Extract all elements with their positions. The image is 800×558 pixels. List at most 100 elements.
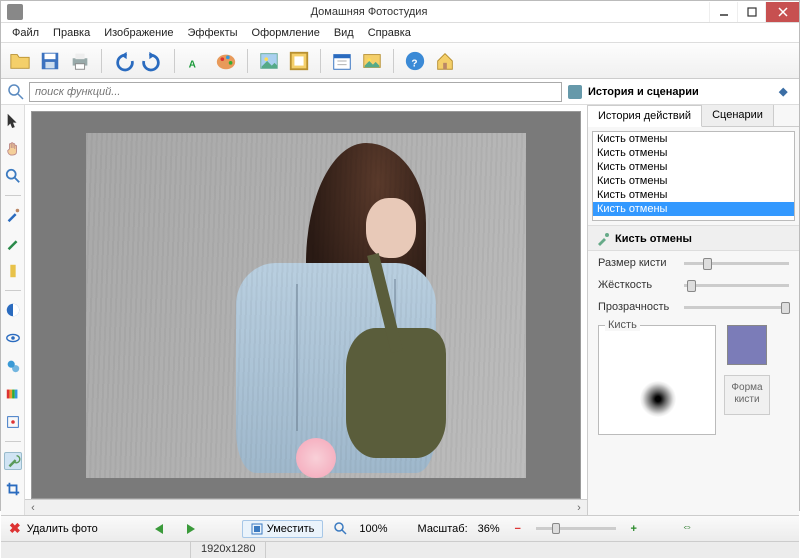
undo-brush-icon[interactable] bbox=[4, 452, 22, 470]
close-button[interactable] bbox=[765, 2, 799, 22]
main-area: ‹ › История действийСценарии Кисть отмен… bbox=[1, 105, 799, 515]
brush-section-icon bbox=[596, 232, 610, 246]
brush-section-title: Кисть отмены bbox=[615, 233, 692, 245]
brush-hardness-label: Жёсткость bbox=[598, 279, 676, 291]
brush-icon[interactable] bbox=[4, 206, 22, 224]
delete-photo-icon[interactable]: ✖ bbox=[9, 520, 21, 537]
next-photo-button[interactable] bbox=[180, 520, 202, 538]
print-icon[interactable] bbox=[67, 48, 93, 74]
help-icon[interactable]: ? bbox=[402, 48, 428, 74]
folder-open-icon[interactable] bbox=[7, 48, 33, 74]
redo-icon[interactable] bbox=[140, 48, 166, 74]
pin-icon[interactable]: ◆ bbox=[779, 85, 793, 99]
calendar-icon[interactable] bbox=[329, 48, 355, 74]
scroll-right-arrow[interactable]: › bbox=[571, 501, 587, 515]
search-input[interactable] bbox=[29, 82, 562, 102]
scale-label: Масштаб: bbox=[418, 523, 468, 535]
history-item[interactable]: Кисть отмены bbox=[593, 132, 794, 146]
fit-button[interactable]: Уместить bbox=[242, 520, 324, 538]
brush-opacity-slider[interactable] bbox=[684, 306, 789, 309]
dimensions-bar: 1920x1280 bbox=[1, 541, 799, 558]
expand-arrows-icon[interactable]: ⇔ bbox=[682, 521, 698, 537]
home-icon[interactable] bbox=[432, 48, 458, 74]
canvas-wrap: ‹ › bbox=[25, 105, 587, 515]
cursor-icon[interactable] bbox=[4, 111, 22, 129]
zoom-100-button[interactable] bbox=[333, 521, 349, 537]
brush-shape-button[interactable]: Форма кисти bbox=[724, 375, 770, 415]
canvas-area[interactable] bbox=[25, 105, 587, 499]
image-icon[interactable] bbox=[256, 48, 282, 74]
brush-preview-dot bbox=[640, 381, 676, 417]
delete-photo-label[interactable]: Удалить фото bbox=[27, 523, 98, 535]
undo-icon[interactable] bbox=[110, 48, 136, 74]
brush-preview-area: Кисть Форма кисти bbox=[598, 325, 789, 435]
scroll-left-arrow[interactable]: ‹ bbox=[25, 501, 41, 515]
svg-text:?: ? bbox=[411, 58, 417, 69]
eye-icon[interactable] bbox=[4, 329, 22, 347]
zoom-out-button[interactable]: − bbox=[510, 521, 526, 537]
contrast-icon[interactable] bbox=[4, 301, 22, 319]
gradient-icon[interactable] bbox=[4, 385, 22, 403]
brush-preview[interactable]: Кисть bbox=[598, 325, 716, 435]
left-tool-rail bbox=[1, 105, 25, 515]
fit-label: Уместить bbox=[267, 523, 315, 535]
brush-preview-label: Кисть bbox=[605, 319, 640, 331]
tab-1[interactable]: Сценарии bbox=[702, 105, 774, 126]
zoom-in-button[interactable]: + bbox=[626, 521, 642, 537]
frame-icon[interactable] bbox=[286, 48, 312, 74]
search-row: История и сценарии ◆ bbox=[1, 79, 799, 105]
history-item[interactable]: Кисть отмены bbox=[593, 188, 794, 202]
main-toolbar: A? bbox=[1, 43, 799, 79]
history-panel-title: История и сценарии bbox=[588, 86, 699, 98]
pencil-icon[interactable] bbox=[4, 234, 22, 252]
palette-icon[interactable] bbox=[213, 48, 239, 74]
horizontal-scrollbar[interactable]: ‹ › bbox=[25, 499, 587, 515]
menu-Изображение[interactable]: Изображение bbox=[97, 25, 180, 41]
zoom-100-label: 100% bbox=[359, 523, 387, 535]
brush-section-header: Кисть отмены bbox=[588, 225, 799, 251]
marker-icon[interactable] bbox=[4, 262, 22, 280]
zoom-slider[interactable] bbox=[536, 527, 616, 530]
history-item[interactable]: Кисть отмены bbox=[593, 174, 794, 188]
brush-color-swatch[interactable] bbox=[727, 325, 767, 365]
save-icon[interactable] bbox=[37, 48, 63, 74]
menu-Эффекты[interactable]: Эффекты bbox=[181, 25, 245, 41]
menu-Вид[interactable]: Вид bbox=[327, 25, 361, 41]
hand-icon[interactable] bbox=[4, 139, 22, 157]
minimize-button[interactable] bbox=[709, 2, 737, 22]
menu-Справка[interactable]: Справка bbox=[361, 25, 418, 41]
menu-Файл[interactable]: Файл bbox=[5, 25, 46, 41]
scale-value: 36% bbox=[478, 523, 500, 535]
right-panel-tabs: История действийСценарии bbox=[588, 105, 799, 127]
clone-icon[interactable] bbox=[4, 357, 22, 375]
prev-photo-button[interactable] bbox=[148, 520, 170, 538]
brush-hardness-slider[interactable] bbox=[684, 284, 789, 287]
brush-size-slider[interactable] bbox=[684, 262, 789, 265]
text-icon[interactable]: A bbox=[183, 48, 209, 74]
postcard-icon[interactable] bbox=[359, 48, 385, 74]
maximize-button[interactable] bbox=[737, 2, 765, 22]
history-panel-icon bbox=[568, 85, 582, 99]
history-item[interactable]: Кисть отмены bbox=[593, 202, 794, 216]
menu-Оформление[interactable]: Оформление bbox=[245, 25, 327, 41]
history-panel-header: История и сценарии ◆ bbox=[568, 85, 793, 99]
statusbar: ✖ Удалить фото Уместить 100% Масштаб: 36… bbox=[1, 515, 799, 541]
fit-icon bbox=[251, 523, 263, 535]
menu-Правка[interactable]: Правка bbox=[46, 25, 97, 41]
canvas-frame bbox=[31, 111, 581, 499]
history-item[interactable]: Кисть отмены bbox=[593, 160, 794, 174]
brush-opacity-label: Прозрачность bbox=[598, 301, 676, 313]
history-list[interactable]: Кисть отменыКисть отменыКисть отменыКист… bbox=[592, 131, 795, 221]
history-item[interactable]: Кисть отмены bbox=[593, 146, 794, 160]
adjust-icon[interactable] bbox=[4, 413, 22, 431]
search-icon bbox=[7, 83, 25, 101]
zoom-icon[interactable] bbox=[4, 167, 22, 185]
photo-content bbox=[86, 133, 526, 478]
image-dimensions: 1920x1280 bbox=[191, 542, 266, 558]
menubar: ФайлПравкаИзображениеЭффектыОформлениеВи… bbox=[1, 23, 799, 43]
tab-0[interactable]: История действий bbox=[588, 105, 702, 127]
crop-icon[interactable] bbox=[4, 480, 22, 498]
titlebar: Домашняя Фотостудия bbox=[1, 1, 799, 23]
window-title: Домашняя Фотостудия bbox=[29, 6, 709, 18]
svg-text:A: A bbox=[189, 59, 197, 70]
